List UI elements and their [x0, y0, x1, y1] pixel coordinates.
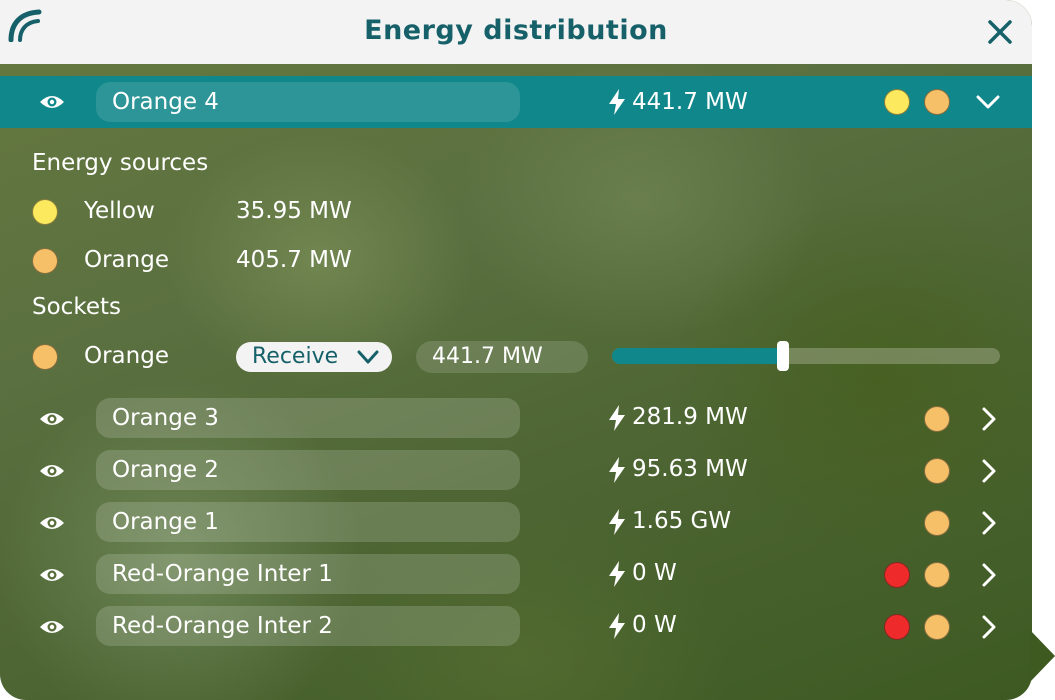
consumer-row[interactable]: Red-Orange Inter 2 0 W [0, 606, 1032, 648]
eye-icon[interactable] [38, 565, 66, 585]
eye-icon[interactable] [38, 92, 66, 112]
chevron-down-icon [357, 350, 379, 364]
color-dot [884, 89, 910, 115]
chevron-right-icon[interactable] [976, 614, 1002, 640]
sockets-label: Sockets [32, 294, 121, 320]
lightning-icon [609, 457, 625, 483]
lightning-icon [609, 613, 625, 639]
color-dot [924, 458, 950, 484]
socket-power-slider[interactable] [612, 341, 1000, 371]
consumer-row[interactable]: Orange 3 281.9 MW [0, 398, 1032, 440]
color-dot [924, 614, 950, 640]
consumer-name[interactable]: Orange 3 [96, 398, 520, 438]
color-dot [32, 344, 58, 370]
consumer-row[interactable]: Orange 2 95.63 MW [0, 450, 1032, 492]
socket-mode-dropdown[interactable]: Receive [236, 342, 392, 372]
source-value: 35.95 MW [236, 198, 352, 224]
source-value: 405.7 MW [236, 247, 352, 273]
color-dot [924, 89, 950, 115]
slider-handle[interactable] [776, 341, 789, 371]
chevron-right-icon[interactable] [976, 406, 1002, 432]
lightning-icon [609, 89, 625, 115]
panel-pointer [1030, 630, 1055, 682]
slider-fill [612, 348, 783, 364]
energy-distribution-panel: Energy distribution Orange 4 441.7 MW En… [0, 0, 1032, 700]
consumer-name[interactable]: Red-Orange Inter 1 [96, 554, 520, 594]
selected-consumer-row[interactable]: Orange 4 441.7 MW [0, 76, 1032, 128]
consumer-row[interactable]: Orange 1 1.65 GW [0, 502, 1032, 544]
socket-name: Orange [84, 343, 169, 369]
color-dot [924, 406, 950, 432]
power-value: 95.63 MW [632, 456, 748, 482]
window-title: Energy distribution [364, 15, 668, 46]
power-value: 441.7 MW [632, 89, 748, 115]
lightning-icon [609, 509, 625, 535]
color-dot [924, 562, 950, 588]
color-dot [924, 510, 950, 536]
source-name: Yellow [84, 198, 155, 224]
eye-icon[interactable] [38, 409, 66, 429]
panel-header: Energy distribution [0, 0, 1032, 64]
consumer-name[interactable]: Red-Orange Inter 2 [96, 606, 520, 646]
eye-icon[interactable] [38, 461, 66, 481]
chevron-down-icon[interactable] [975, 89, 1001, 115]
power-value: 281.9 MW [632, 404, 748, 430]
chevron-right-icon[interactable] [976, 562, 1002, 588]
color-dot [884, 562, 910, 588]
power-value: 0 W [632, 612, 677, 638]
eye-icon[interactable] [38, 513, 66, 533]
color-dot [32, 199, 58, 225]
close-icon[interactable] [984, 16, 1016, 48]
chevron-right-icon[interactable] [976, 458, 1002, 484]
lightning-icon [609, 405, 625, 431]
consumer-row[interactable]: Red-Orange Inter 1 0 W [0, 554, 1032, 596]
source-name: Orange [84, 247, 169, 273]
color-dot [32, 248, 58, 274]
socket-power-value: 441.7 MW [416, 341, 588, 373]
eye-icon[interactable] [38, 617, 66, 637]
energy-sources-label: Energy sources [32, 150, 209, 176]
consumer-name[interactable]: Orange 2 [96, 450, 520, 490]
power-value: 0 W [632, 560, 677, 586]
power-value: 1.65 GW [632, 508, 732, 534]
socket-mode-label: Receive [252, 344, 339, 369]
consumer-name[interactable]: Orange 1 [96, 502, 520, 542]
chevron-right-icon[interactable] [976, 510, 1002, 536]
color-dot [884, 614, 910, 640]
consumer-name[interactable]: Orange 4 [96, 82, 520, 122]
lightning-icon [609, 561, 625, 587]
